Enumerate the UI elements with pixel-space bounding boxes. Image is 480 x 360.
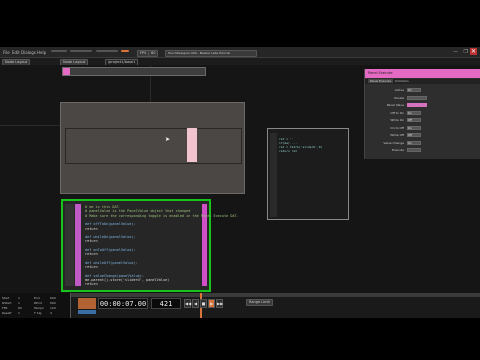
window-title: TouchDesigner 099 - Beaker Labs Tutorial	[165, 50, 257, 57]
parameter-row: Off to On On	[373, 110, 477, 116]
parameter-header: Panel Execute	[365, 69, 480, 78]
parameter-field[interactable]: On	[407, 125, 421, 130]
node-viewer-flag[interactable]	[63, 68, 70, 75]
toolbar-field[interactable]	[70, 50, 92, 52]
parameter-field[interactable]	[407, 148, 421, 152]
code-line: # Make sure the corresponding toggle is …	[85, 213, 239, 218]
timeline-stat-value[interactable]: 60	[18, 306, 22, 310]
maximize-icon[interactable]: ❐	[464, 49, 468, 55]
menu-help[interactable]: Help	[37, 50, 46, 55]
wire	[0, 125, 60, 126]
frame-display[interactable]: 421	[151, 298, 181, 309]
timecode-display[interactable]: 00:00:07.00	[98, 298, 148, 309]
timeline-stat-label: Start	[2, 296, 10, 300]
parameter-row: Panel Value	[373, 103, 477, 108]
timeline-stat-label: RStart	[2, 301, 12, 305]
parameter-tabs: Panel Execute Common	[365, 79, 480, 84]
pane-bar: Node Layout Node Layout /project1/base1	[0, 58, 480, 66]
toolbar-field[interactable]	[51, 50, 67, 52]
timeline-stat-label: Tempo	[34, 306, 44, 310]
parameter-label: On to Off	[390, 125, 404, 130]
text-dat-node[interactable]: ret = '' if(me) ... ret = fetch('sliderU'…	[267, 128, 349, 220]
timeline-stat-label: T Sig	[34, 311, 42, 315]
parameter-field[interactable]: On	[407, 88, 421, 92]
timeline-stat-value[interactable]: 600	[50, 301, 56, 305]
timeline-stat-value[interactable]: 600	[50, 296, 56, 300]
timeline-stat-label: FPS	[2, 306, 8, 310]
toolbar-field[interactable]	[96, 50, 118, 52]
line-number-gutter	[270, 133, 277, 217]
rewind-icon[interactable]: ◀◀	[184, 299, 191, 308]
touchdesigner-window: File Edit Dialogs Help FPS 60 TouchDesig…	[0, 0, 480, 360]
code-line: return	[85, 265, 98, 270]
slider-comp-node[interactable]	[62, 67, 206, 76]
parameter-field[interactable]	[407, 95, 427, 100]
parameter-field[interactable]	[407, 103, 427, 107]
parameter-label: Active	[394, 88, 404, 92]
timeline-stat-label: Resetf	[2, 311, 12, 315]
fps-value: 60	[148, 50, 159, 57]
parameter-label: While Off	[390, 133, 404, 137]
menu-file[interactable]: File	[3, 50, 10, 55]
tab-common[interactable]: Common	[393, 79, 411, 83]
timeline-stat-value[interactable]: 4	[50, 311, 52, 315]
timeline-tab[interactable]	[78, 310, 96, 314]
play-icon[interactable]: ▶	[208, 299, 215, 308]
parameter-panel: Panel Execute Panel Execute Common Activ…	[364, 69, 480, 159]
timeline-stat-label: REnd	[34, 301, 42, 305]
stop-icon[interactable]: ■	[200, 299, 207, 308]
parameter-label: Panels	[394, 95, 404, 100]
parameter-field[interactable]: On	[407, 140, 421, 145]
timeline-stat-value[interactable]: 1	[18, 296, 20, 300]
menu-edit[interactable]: Edit	[12, 50, 20, 55]
menu-dialogs[interactable]: Dialogs	[21, 50, 36, 55]
parameter-label: Off to On	[390, 110, 404, 115]
mouse-cursor-icon: ➤	[165, 136, 171, 143]
tab-panel-execute[interactable]: Panel Execute	[368, 79, 394, 83]
code-line: return	[85, 252, 98, 257]
minimize-icon[interactable]: —	[453, 49, 458, 55]
code-line: return	[85, 239, 98, 244]
menu-bar: File Edit Dialogs Help FPS 60 TouchDesig…	[0, 47, 480, 58]
range-limit-label[interactable]: Range Limit	[246, 299, 273, 306]
parameter-label: Execute	[392, 148, 404, 152]
timeline-stat-value[interactable]: 1	[18, 301, 20, 305]
code-line: return	[85, 226, 98, 231]
fast-forward-icon[interactable]: ▶▶	[216, 299, 223, 308]
slider-handle[interactable]	[187, 128, 197, 162]
parameter-row: On to Off On	[373, 125, 477, 131]
parameter-label: Value Change	[383, 140, 404, 145]
parameter-field[interactable]: On	[407, 110, 421, 115]
parameter-row: Value Change On	[373, 140, 477, 146]
node-sidebar	[65, 204, 74, 286]
parameter-row: Panels	[373, 95, 477, 101]
parameter-field[interactable]: Off	[407, 133, 421, 137]
perform-mode-button[interactable]	[121, 50, 129, 52]
parameter-field[interactable]: Off	[407, 118, 421, 122]
parameter-row: Execute	[373, 148, 477, 153]
timeline-stats: Start 1 End 600 RStart 1 REnd 600 FPS 60 Tempo 120 R…	[0, 293, 71, 318]
timeline-stat-label: End	[34, 296, 40, 300]
timeline-ruler[interactable]	[71, 293, 480, 297]
code-line: return	[85, 282, 98, 287]
timeline-mode-button[interactable]	[78, 298, 96, 309]
parameter-label: While On	[390, 118, 404, 122]
slider-viewer[interactable]	[65, 128, 242, 164]
close-icon[interactable]: ✕	[469, 48, 477, 55]
parameter-label: Panel Value	[386, 103, 404, 107]
container-comp-node[interactable]	[60, 102, 245, 194]
parameter-row: Active On	[373, 88, 477, 93]
parameter-row: While On Off	[373, 118, 477, 123]
parameter-row: While Off Off	[373, 133, 477, 138]
timeline-stat-value[interactable]: 120	[50, 306, 56, 310]
timeline-stat-value[interactable]: 1	[18, 311, 20, 315]
code-line: return ret	[279, 149, 298, 153]
step-back-icon[interactable]: ◀	[192, 299, 199, 308]
operator-type: Panel Execute	[368, 71, 393, 75]
panelexec-dat-node[interactable]: # me is this DAT. # panelValue is the Pan…	[61, 199, 239, 292]
line-number-gutter	[75, 204, 81, 286]
